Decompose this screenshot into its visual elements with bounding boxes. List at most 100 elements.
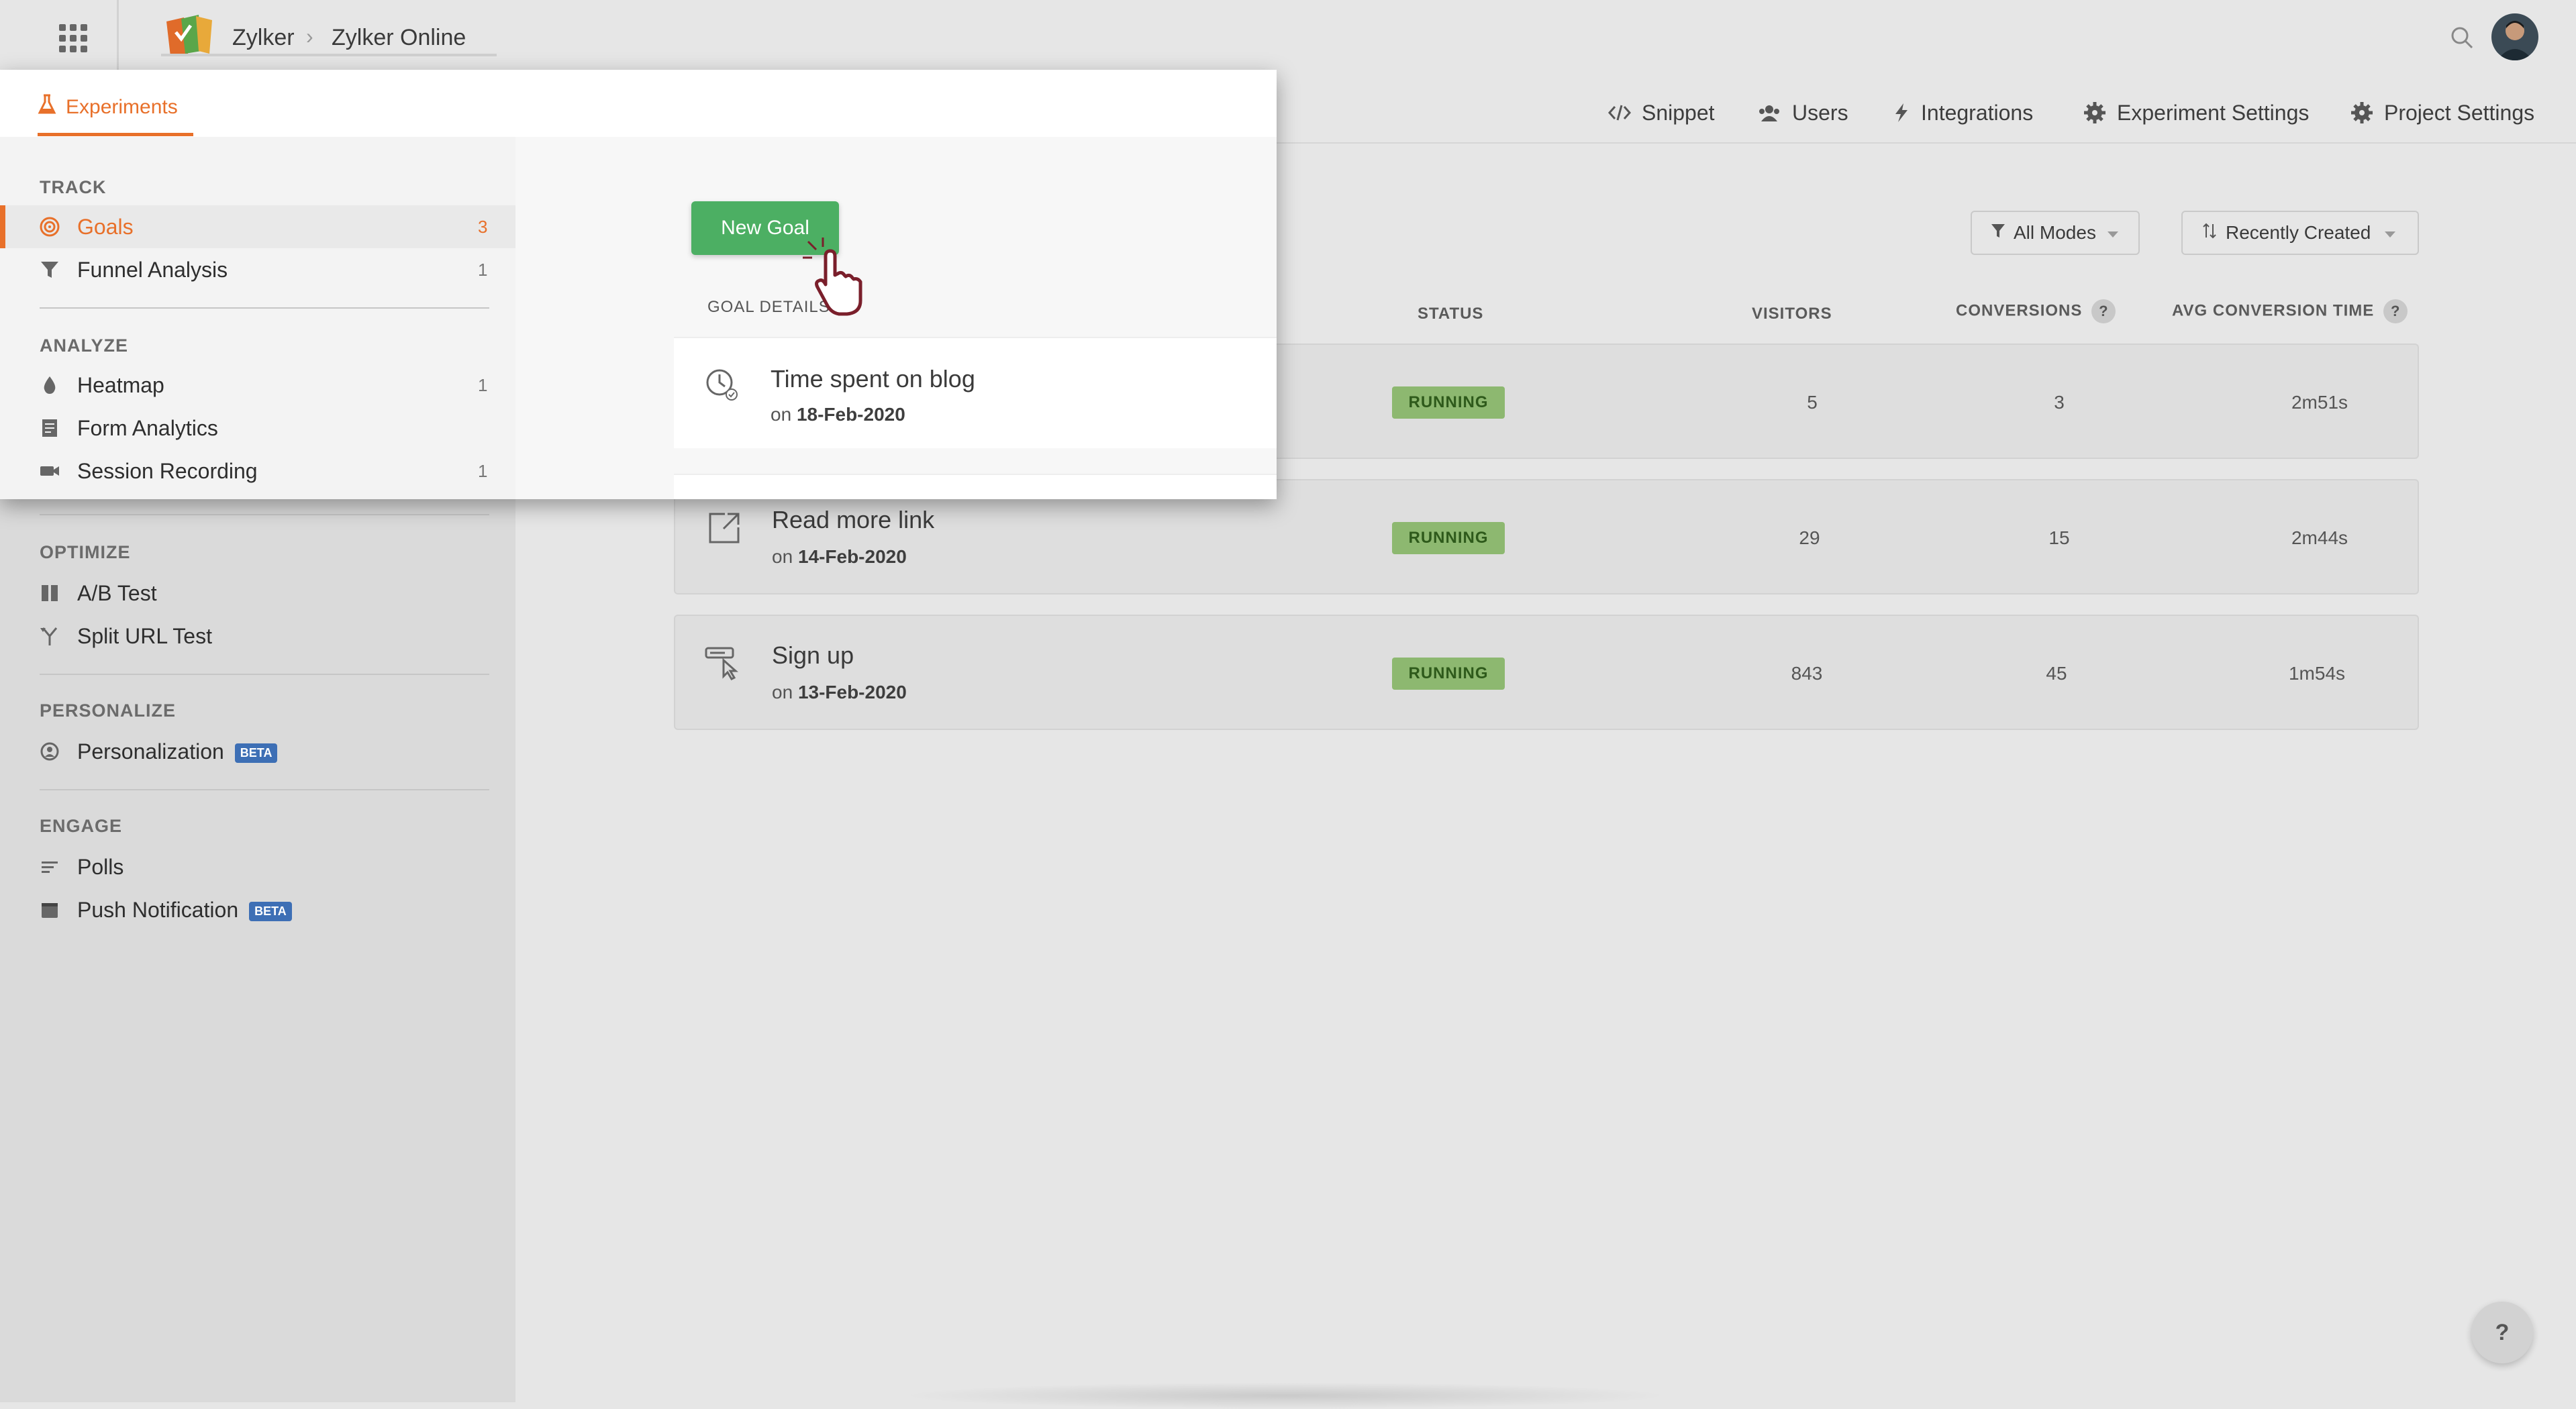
video-camera-icon	[39, 460, 60, 482]
personalization-icon	[39, 741, 60, 762]
table-row[interactable]: Sign up on 13-Feb-2020 RUNNING 843 45 1m…	[674, 615, 2419, 730]
sidebar-item-funnel-analysis[interactable]: Funnel Analysis 1	[0, 248, 515, 291]
sidebar-item-goals[interactable]: Goals 3	[0, 205, 515, 248]
sidebar-item-heatmap[interactable]: Heatmap 1	[0, 364, 515, 407]
flask-icon	[38, 94, 56, 121]
gear-icon	[2350, 101, 2373, 124]
topbar-divider	[117, 0, 119, 75]
help-button[interactable]: ?	[2471, 1302, 2533, 1363]
active-indicator	[0, 205, 5, 248]
goal-date: on 13-Feb-2020	[772, 682, 907, 702]
status-badge: RUNNING	[1392, 658, 1505, 690]
tab-experiments-label: Experiments	[66, 96, 178, 118]
status-badge: RUNNING	[1392, 386, 1505, 419]
sidebar-item-push-notification[interactable]: Push Notification BETA	[0, 888, 515, 931]
section-optimize: OPTIMIZE	[40, 542, 131, 562]
sidebar-item-split-url[interactable]: Split URL Test	[0, 615, 515, 658]
clock-icon	[705, 368, 741, 407]
sidebar-item-label: Polls	[77, 854, 124, 879]
visitors-value: 843	[1791, 663, 1823, 684]
section-engage: ENGAGE	[40, 816, 123, 836]
sidebar-divider	[40, 789, 489, 790]
bottom-shadow	[899, 1382, 1671, 1409]
topnav-experiment-settings-label: Experiment Settings	[2117, 100, 2310, 125]
search-icon[interactable]	[2450, 25, 2474, 53]
sidebar-item-label: Personalization BETA	[77, 739, 278, 764]
filter-icon	[1991, 222, 2005, 244]
sidebar-item-label: Push Notification BETA	[77, 898, 292, 923]
users-icon	[1757, 103, 1781, 123]
help-icon[interactable]: ?	[2091, 299, 2116, 323]
section-analyze: ANALYZE	[40, 335, 129, 356]
chevron-down-icon	[2107, 222, 2119, 244]
sidebar-item-ab-test[interactable]: A/B Test	[0, 572, 515, 615]
split-url-icon	[39, 625, 60, 647]
sidebar-item-count: 1	[478, 259, 488, 280]
push-notification-icon	[39, 899, 60, 921]
sidebar-item-count: 1	[478, 374, 488, 395]
table-row[interactable]	[674, 474, 1277, 499]
visitors-value: 5	[1807, 392, 1818, 413]
sort-dropdown[interactable]: Recently Created	[2181, 211, 2419, 255]
goal-title[interactable]: Read more link	[772, 506, 934, 534]
goal-date: on 14-Feb-2020	[772, 546, 907, 567]
sidebar-item-label: Split URL Test	[77, 623, 212, 648]
sidebar-divider	[40, 674, 489, 675]
breadcrumb-org[interactable]: Zylker	[232, 25, 295, 51]
onboarding-spotlight: Experiments TRACK Goals 3 Funnel Analysi…	[0, 70, 1277, 499]
help-icon[interactable]: ?	[2383, 299, 2408, 323]
sidebar-item-session-recording[interactable]: Session Recording 1	[0, 450, 515, 492]
brand-logo[interactable]	[161, 12, 217, 59]
sort-label: Recently Created	[2226, 222, 2371, 243]
target-icon	[39, 216, 60, 238]
topnav-users-label: Users	[1792, 100, 1848, 125]
avg-time-value: 1m54s	[2288, 663, 2346, 684]
sidebar-item-polls[interactable]: Polls	[0, 845, 515, 888]
sidebar-item-label: A/B Test	[77, 580, 157, 605]
app-launcher-icon[interactable]	[59, 24, 87, 52]
signup-click-icon	[705, 645, 742, 685]
sidebar-item-label: Form Analytics	[77, 415, 218, 440]
topnav-snippet-label: Snippet	[1642, 100, 1715, 125]
sidebar-item-label: Funnel Analysis	[77, 257, 228, 282]
sidebar-item-label: Heatmap	[77, 372, 164, 397]
sidebar-item-count: 1	[478, 460, 488, 481]
sidebar-item-count: 3	[478, 216, 488, 237]
avatar[interactable]	[2491, 13, 2538, 60]
beta-badge: BETA	[249, 901, 292, 921]
topnav-project-settings[interactable]: Project Settings	[2350, 95, 2534, 130]
bolt-icon	[1893, 102, 1910, 123]
topnav-snippet[interactable]: Snippet	[1608, 95, 1715, 130]
conversions-value: 45	[2046, 663, 2067, 684]
visitors-value: 29	[1799, 527, 1820, 548]
sidebar-item-personalization[interactable]: Personalization BETA	[0, 730, 515, 773]
sidebar-item-label: Goals	[77, 214, 134, 239]
sidebar-item-form-analytics[interactable]: Form Analytics	[0, 407, 515, 450]
form-icon	[39, 417, 60, 439]
table-row[interactable]: Time spent on blog on 18-Feb-2020	[674, 337, 1277, 448]
mode-filter-label: All Modes	[2014, 222, 2096, 243]
funnel-icon	[39, 259, 60, 280]
polls-icon	[39, 856, 60, 878]
breadcrumb-project[interactable]: Zylker Online	[332, 25, 466, 51]
topnav-integrations[interactable]: Integrations	[1893, 95, 2033, 130]
popup-tab-bar	[0, 70, 1277, 138]
gear-icon	[2083, 101, 2106, 124]
mode-filter-dropdown[interactable]: All Modes	[1971, 211, 2140, 255]
topnav-users[interactable]: Users	[1757, 95, 1848, 130]
code-icon	[1608, 103, 1631, 123]
conversions-value: 15	[2048, 527, 2070, 548]
section-personalize: PERSONALIZE	[40, 700, 177, 721]
heatmap-icon	[39, 374, 60, 396]
section-track: TRACK	[40, 177, 107, 197]
goal-title[interactable]: Sign up	[772, 641, 854, 670]
pointer-hand-icon	[803, 238, 877, 321]
tab-active-indicator	[38, 133, 193, 136]
topnav-integrations-label: Integrations	[1921, 100, 2034, 125]
external-link-icon	[707, 511, 741, 548]
tab-experiments[interactable]: Experiments	[38, 94, 178, 121]
avg-time-value: 2m44s	[2291, 527, 2348, 548]
goal-title[interactable]: Time spent on blog	[771, 365, 975, 393]
chevron-down-icon	[2384, 222, 2396, 244]
topnav-experiment-settings[interactable]: Experiment Settings	[2083, 95, 2309, 130]
